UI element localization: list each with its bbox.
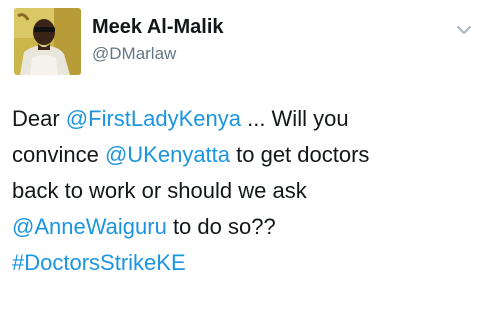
author-name[interactable]: Meek Al-Malik xyxy=(92,16,224,39)
tweet-text-segment: back to work or should we ask xyxy=(12,178,307,203)
tweet-text-segment: to get doctors xyxy=(230,142,370,167)
tweet-card: Meek Al-Malik @DMarlaw Dear @FirstLadyKe… xyxy=(0,0,480,309)
mention-link[interactable]: @FirstLadyKenya xyxy=(66,106,241,131)
tweet-line: @AnneWaiguru to do so?? xyxy=(12,209,472,245)
tweet-line: Dear @FirstLadyKenya ... Will you xyxy=(12,101,472,137)
author-handle[interactable]: @DMarlaw xyxy=(92,44,176,64)
tweet-line: convince @UKenyatta to get doctors xyxy=(12,137,472,173)
avatar[interactable] xyxy=(14,8,81,75)
mention-link[interactable]: @AnneWaiguru xyxy=(12,214,167,239)
hashtag-link[interactable]: #DoctorsStrikeKE xyxy=(12,250,186,275)
mention-link[interactable]: @UKenyatta xyxy=(105,142,230,167)
tweet-text-segment: to do so?? xyxy=(166,214,276,239)
tweet-text-segment: convince xyxy=(12,142,105,167)
avatar-photo xyxy=(14,8,81,75)
chevron-down-icon[interactable] xyxy=(452,20,476,40)
tweet-text-segment: Dear xyxy=(12,106,66,131)
tweet-text: Dear @FirstLadyKenya ... Will you convin… xyxy=(12,101,472,281)
tweet-text-segment: ... Will you xyxy=(240,106,349,131)
tweet-line: #DoctorsStrikeKE xyxy=(12,245,472,281)
tweet-line: back to work or should we ask xyxy=(12,173,472,209)
